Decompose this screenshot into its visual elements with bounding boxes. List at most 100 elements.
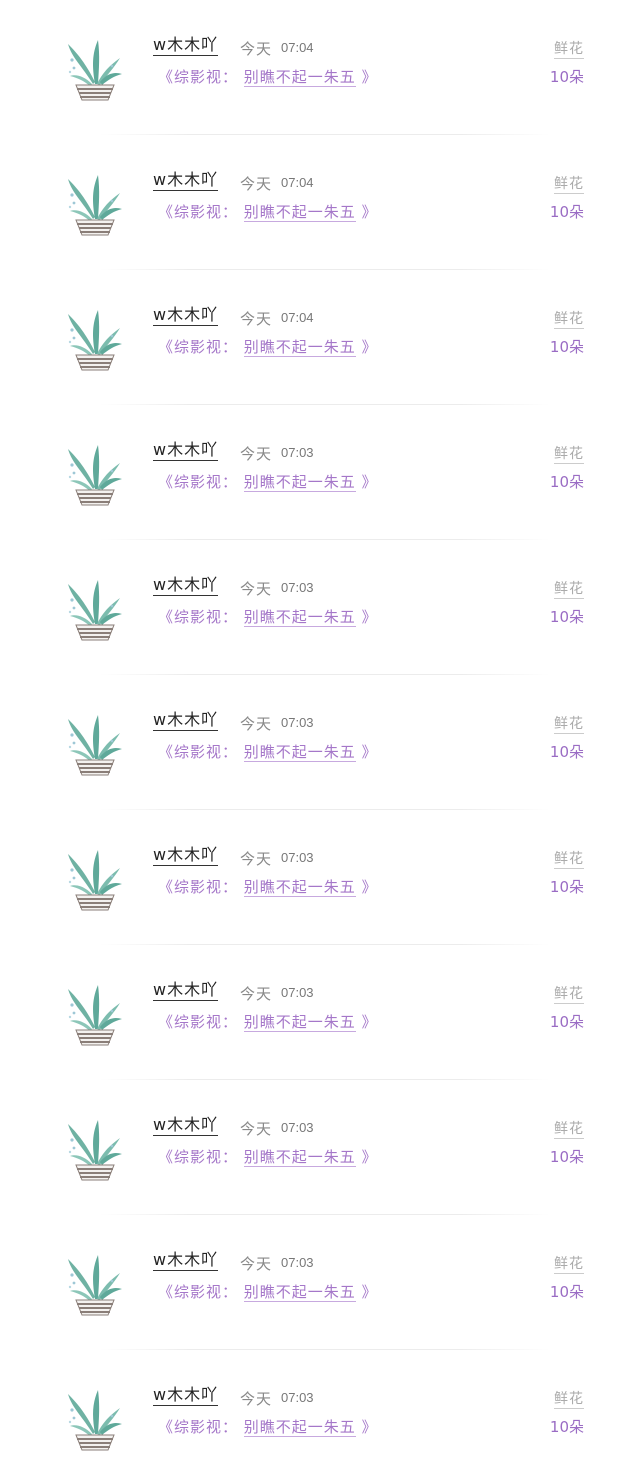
potted-plant-icon[interactable]: [62, 306, 124, 372]
username[interactable]: w木木吖: [153, 711, 219, 731]
list-item: w木木吖 今天 07:03 《综影视： 别瞧不起一朱五 》 鲜花 10朵: [0, 675, 640, 810]
gift-count: 10朵: [549, 1148, 584, 1166]
timestamp: 07:04: [281, 40, 314, 55]
timestamp: 07:03: [281, 1390, 314, 1405]
list-item: w木木吖 今天 07:03 《综影视： 别瞧不起一朱五 》 鲜花 10朵: [0, 1350, 640, 1481]
potted-plant-icon[interactable]: [62, 981, 124, 1047]
book-title[interactable]: 别瞧不起一朱五: [243, 1148, 356, 1167]
book-title-link[interactable]: 《综影视： 别瞧不起一朱五 》: [158, 1011, 378, 1032]
book-title[interactable]: 别瞧不起一朱五: [243, 473, 356, 492]
timestamp: 07:03: [281, 850, 314, 865]
gift-label: 鲜花: [554, 308, 584, 329]
book-title[interactable]: 别瞧不起一朱五: [243, 1013, 356, 1032]
book-title-link[interactable]: 《综影视： 别瞧不起一朱五 》: [158, 201, 378, 222]
time-label: 今天: [240, 175, 273, 193]
potted-plant-icon[interactable]: [62, 711, 124, 777]
book-prefix: 《综影视：: [158, 1283, 239, 1301]
book-suffix: 》: [361, 1418, 378, 1436]
potted-plant-icon[interactable]: [62, 1116, 124, 1182]
book-title-link[interactable]: 《综影视： 别瞧不起一朱五 》: [158, 66, 378, 87]
username[interactable]: w木木吖: [153, 441, 219, 461]
gift-label: 鲜花: [554, 1388, 584, 1409]
book-title-link[interactable]: 《综影视： 别瞧不起一朱五 》: [158, 1146, 378, 1167]
book-title[interactable]: 别瞧不起一朱五: [243, 68, 356, 87]
gift-label: 鲜花: [554, 578, 584, 599]
list-item: w木木吖 今天 07:03 《综影视： 别瞧不起一朱五 》 鲜花 10朵: [0, 810, 640, 945]
gift-count: 10朵: [549, 68, 584, 86]
time-label: 今天: [240, 310, 273, 328]
gift-label: 鲜花: [554, 173, 584, 194]
gift-count: 10朵: [549, 1418, 584, 1436]
book-suffix: 》: [361, 1013, 378, 1031]
book-suffix: 》: [361, 608, 378, 626]
potted-plant-icon[interactable]: [62, 171, 124, 237]
username[interactable]: w木木吖: [153, 171, 219, 191]
book-prefix: 《综影视：: [158, 68, 239, 86]
book-title[interactable]: 别瞧不起一朱五: [243, 743, 356, 762]
username[interactable]: w木木吖: [153, 36, 219, 56]
book-title[interactable]: 别瞧不起一朱五: [243, 1418, 356, 1437]
list-item: w木木吖 今天 07:03 《综影视： 别瞧不起一朱五 》 鲜花 10朵: [0, 1215, 640, 1350]
book-prefix: 《综影视：: [158, 473, 239, 491]
book-title-link[interactable]: 《综影视： 别瞧不起一朱五 》: [158, 1416, 378, 1437]
gift-label: 鲜花: [554, 38, 584, 59]
time-label: 今天: [240, 715, 273, 733]
list-item: w木木吖 今天 07:04 《综影视： 别瞧不起一朱五 》 鲜花 10朵: [0, 270, 640, 405]
timestamp: 07:03: [281, 715, 314, 730]
book-title-link[interactable]: 《综影视： 别瞧不起一朱五 》: [158, 1281, 378, 1302]
timestamp: 07:03: [281, 985, 314, 1000]
list-item: w木木吖 今天 07:03 《综影视： 别瞧不起一朱五 》 鲜花 10朵: [0, 540, 640, 675]
book-prefix: 《综影视：: [158, 1013, 239, 1031]
book-title[interactable]: 别瞧不起一朱五: [243, 203, 356, 222]
username[interactable]: w木木吖: [153, 981, 219, 1001]
timestamp: 07:04: [281, 310, 314, 325]
book-title-link[interactable]: 《综影视： 别瞧不起一朱五 》: [158, 876, 378, 897]
potted-plant-icon[interactable]: [62, 846, 124, 912]
gift-count: 10朵: [549, 608, 584, 626]
username[interactable]: w木木吖: [153, 306, 219, 326]
book-title-link[interactable]: 《综影视： 别瞧不起一朱五 》: [158, 606, 378, 627]
time-label: 今天: [240, 40, 273, 58]
book-title-link[interactable]: 《综影视： 别瞧不起一朱五 》: [158, 741, 378, 762]
username[interactable]: w木木吖: [153, 1251, 219, 1271]
gift-label: 鲜花: [554, 713, 584, 734]
gift-count: 10朵: [549, 203, 584, 221]
username[interactable]: w木木吖: [153, 576, 219, 596]
gift-count: 10朵: [549, 878, 584, 896]
gift-count: 10朵: [549, 1013, 584, 1031]
book-title[interactable]: 别瞧不起一朱五: [243, 338, 356, 357]
book-title-link[interactable]: 《综影视： 别瞧不起一朱五 》: [158, 471, 378, 492]
username[interactable]: w木木吖: [153, 1386, 219, 1406]
potted-plant-icon[interactable]: [62, 1251, 124, 1317]
username[interactable]: w木木吖: [153, 1116, 219, 1136]
list-item: w木木吖 今天 07:03 《综影视： 别瞧不起一朱五 》 鲜花 10朵: [0, 945, 640, 1080]
gift-count: 10朵: [549, 473, 584, 491]
list-item: w木木吖 今天 07:04 《综影视： 别瞧不起一朱五 》 鲜花 10朵: [0, 0, 640, 135]
book-suffix: 》: [361, 878, 378, 896]
book-title[interactable]: 别瞧不起一朱五: [243, 608, 356, 627]
gift-count: 10朵: [549, 743, 584, 761]
book-title[interactable]: 别瞧不起一朱五: [243, 1283, 356, 1302]
book-prefix: 《综影视：: [158, 1148, 239, 1166]
book-prefix: 《综影视：: [158, 743, 239, 761]
gift-label: 鲜花: [554, 1253, 584, 1274]
time-label: 今天: [240, 850, 273, 868]
potted-plant-icon[interactable]: [62, 576, 124, 642]
gift-label: 鲜花: [554, 443, 584, 464]
book-suffix: 》: [361, 743, 378, 761]
book-title[interactable]: 别瞧不起一朱五: [243, 878, 356, 897]
username[interactable]: w木木吖: [153, 846, 219, 866]
potted-plant-icon[interactable]: [62, 1386, 124, 1452]
gift-count: 10朵: [549, 1283, 584, 1301]
book-title-link[interactable]: 《综影视： 别瞧不起一朱五 》: [158, 336, 378, 357]
book-prefix: 《综影视：: [158, 608, 239, 626]
time-label: 今天: [240, 580, 273, 598]
time-label: 今天: [240, 445, 273, 463]
book-prefix: 《综影视：: [158, 1418, 239, 1436]
book-suffix: 》: [361, 68, 378, 86]
gift-label: 鲜花: [554, 983, 584, 1004]
book-suffix: 》: [361, 1148, 378, 1166]
book-prefix: 《综影视：: [158, 878, 239, 896]
potted-plant-icon[interactable]: [62, 36, 124, 102]
potted-plant-icon[interactable]: [62, 441, 124, 507]
